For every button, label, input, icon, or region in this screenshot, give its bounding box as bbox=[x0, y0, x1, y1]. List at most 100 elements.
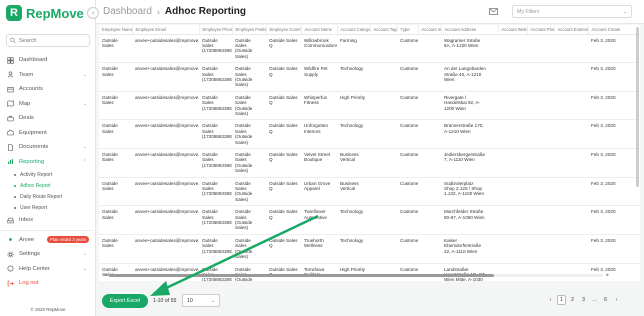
column-header[interactable]: Employee Phone bbox=[199, 25, 233, 35]
table-cell: Technology bbox=[337, 62, 370, 92]
sidebar-item-deals[interactable]: Deals bbox=[0, 111, 96, 126]
sidebar-item-accounts[interactable]: Accounts bbox=[0, 82, 96, 97]
sidebar-item-label: Equipment bbox=[19, 129, 47, 136]
my-filters-select[interactable]: My Filters ⌄ bbox=[512, 5, 632, 18]
table-row[interactable]: Outside Salesanvee+outsidesales@repmove.… bbox=[99, 91, 640, 121]
table-cell: Outside Sales (17205883388) bbox=[199, 91, 232, 121]
export-excel-button[interactable]: Export Excel bbox=[102, 294, 148, 308]
chevron-up-icon: ⌃ bbox=[82, 158, 87, 165]
table-cell bbox=[498, 91, 527, 121]
column-header[interactable]: Employee Email bbox=[132, 25, 200, 35]
table-row[interactable]: Outside Salesanvee+outsidesales@repmove.… bbox=[99, 263, 640, 281]
sidebar-item-help-center[interactable]: Help Center ⌄ bbox=[0, 262, 96, 277]
sidebar-item-inbox[interactable]: Inbox bbox=[0, 213, 96, 228]
page-button[interactable]: … bbox=[590, 295, 599, 305]
column-header[interactable]: Account Create bbox=[588, 25, 640, 35]
table-cell: Outside Sales Q bbox=[266, 34, 301, 64]
mail-icon[interactable] bbox=[489, 8, 498, 15]
prev-page-button[interactable]: ‹ bbox=[546, 295, 555, 305]
scroll-left-icon[interactable]: ◂ bbox=[104, 272, 107, 278]
sidebar-item-logout[interactable]: Log out bbox=[0, 276, 96, 291]
bullet-icon bbox=[14, 195, 16, 198]
column-header[interactable]: Employee Position bbox=[232, 25, 267, 35]
table-row[interactable]: Outside Salesanvee+outsidesales@repmove.… bbox=[99, 62, 640, 92]
sidebar-item-label: Settings bbox=[19, 251, 40, 258]
table-cell: Outside Sales (17205883388) bbox=[199, 177, 232, 207]
sidebar-subitem-adhoc-report[interactable]: Adhoc Report bbox=[0, 180, 96, 191]
sidebar-item-label: Documents bbox=[19, 144, 49, 151]
sidebar-item-reporting[interactable]: Reporting ⌃ bbox=[0, 155, 96, 170]
table-cell bbox=[498, 119, 527, 149]
table-cell: Outside Sales Q bbox=[266, 119, 301, 149]
table-cell: Outside Sales (17205883388) bbox=[199, 34, 232, 64]
sidebar-item-user[interactable]: Arvee Plan ended 3 years bbox=[0, 233, 96, 248]
table-cell: Outside Sales Q bbox=[266, 177, 301, 207]
scroll-thumb[interactable] bbox=[109, 274, 494, 277]
column-header[interactable]: Employee Name bbox=[99, 25, 133, 35]
column-header[interactable]: Employee Comment bbox=[266, 25, 302, 35]
sidebar-subitem-activity-report[interactable]: Activity Report bbox=[0, 169, 96, 180]
table-row[interactable]: Outside Salesanvee+outsidesales@repmove.… bbox=[99, 234, 640, 264]
table-row[interactable]: Outside Salesanvee+outsidesales@repmove.… bbox=[99, 148, 640, 178]
table-body: Outside Salesanvee+outsidesales@repmove.… bbox=[99, 34, 640, 281]
column-header[interactable]: Account Name bbox=[301, 25, 338, 35]
table-cell: anvee+outsidesales@repmove.app bbox=[132, 205, 199, 235]
search-input[interactable] bbox=[19, 37, 89, 44]
table-cell bbox=[554, 148, 588, 178]
sidebar-nav: Dashboard Team ⌄ Accounts Map ⌄ Deals Eq… bbox=[0, 53, 96, 291]
table-cell bbox=[418, 148, 441, 178]
sidebar-item-dashboard[interactable]: Dashboard bbox=[0, 53, 96, 68]
table-row[interactable]: Outside Salesanvee+outsidesales@repmove.… bbox=[99, 205, 640, 235]
column-header[interactable]: Account Category bbox=[337, 25, 371, 35]
sidebar-item-label: Team bbox=[19, 71, 34, 78]
sidebar-collapse-button[interactable]: ‹ bbox=[87, 7, 99, 19]
column-header[interactable]: Account Info bbox=[418, 25, 442, 35]
pagination-range: 1-10 of 55 bbox=[153, 298, 177, 304]
bullet-icon bbox=[14, 173, 16, 176]
table-cell: Outside Sales (17205883388) bbox=[199, 234, 232, 264]
horizontal-scrollbar[interactable]: ◂ ▸ bbox=[104, 272, 609, 278]
team-icon bbox=[7, 71, 14, 78]
table-row[interactable]: Outside Salesanvee+outsidesales@repmove.… bbox=[99, 119, 640, 149]
chevron-down-icon: ⌄ bbox=[82, 265, 87, 272]
table-cell bbox=[418, 62, 441, 92]
sidebar-item-map[interactable]: Map ⌄ bbox=[0, 97, 96, 112]
page-button[interactable]: 1 bbox=[557, 295, 566, 305]
column-header[interactable]: Type bbox=[397, 25, 419, 35]
table-row[interactable]: Outside Salesanvee+outsidesales@repmove.… bbox=[99, 34, 640, 64]
sidebar-item-team[interactable]: Team ⌄ bbox=[0, 68, 96, 83]
table-cell: anvee+outsidesales@repmove.app bbox=[132, 148, 199, 178]
column-header[interactable]: Account Website bbox=[498, 25, 528, 35]
vertical-scrollbar[interactable] bbox=[636, 27, 639, 187]
page-button[interactable]: 6 bbox=[601, 295, 610, 305]
breadcrumb-dashboard-link[interactable]: Dashboard bbox=[103, 6, 152, 17]
column-header[interactable]: Account Extension bbox=[554, 25, 589, 35]
sidebar-item-settings[interactable]: Settings ⌄ bbox=[0, 247, 96, 262]
status-dot-icon bbox=[7, 236, 14, 243]
page-button[interactable]: 3 bbox=[579, 295, 588, 305]
brand-name: RepMove bbox=[26, 5, 84, 21]
column-header[interactable]: Account Phone bbox=[527, 25, 555, 35]
page-button[interactable]: 2 bbox=[568, 295, 577, 305]
table-row[interactable]: Outside Salesanvee+outsidesales@repmove.… bbox=[99, 177, 640, 207]
table-cell: anvee+outsidesales@repmove.app bbox=[132, 119, 199, 149]
map-icon bbox=[7, 100, 14, 108]
deals-icon bbox=[7, 115, 14, 122]
page-size-select[interactable]: 10 ⌄ bbox=[182, 294, 220, 307]
sidebar-subitem-user-report[interactable]: User Report bbox=[0, 202, 96, 213]
table-cell bbox=[370, 34, 397, 64]
sidebar-search[interactable] bbox=[6, 34, 90, 47]
table-cell: Feb 3, 2020 bbox=[588, 62, 640, 92]
table-cell bbox=[370, 62, 397, 92]
sidebar-item-documents[interactable]: Documents ⌄ bbox=[0, 140, 96, 155]
brand-logo[interactable]: R RepMove bbox=[6, 5, 84, 21]
sidebar-subitem-daily-route-report[interactable]: Daily Route Report bbox=[0, 191, 96, 202]
column-header[interactable]: Account Tags bbox=[370, 25, 398, 35]
table-cell: Terrafowa Builders bbox=[301, 263, 337, 281]
column-header[interactable]: Account Address bbox=[441, 25, 499, 35]
sidebar-item-equipment[interactable]: Equipment bbox=[0, 126, 96, 141]
dashboard-icon bbox=[7, 57, 14, 64]
next-page-button[interactable]: › bbox=[612, 295, 621, 305]
report-table-container[interactable]: Employee Name Employee Email Employee Phon… bbox=[99, 25, 640, 281]
scroll-right-icon[interactable]: ▸ bbox=[606, 272, 609, 278]
